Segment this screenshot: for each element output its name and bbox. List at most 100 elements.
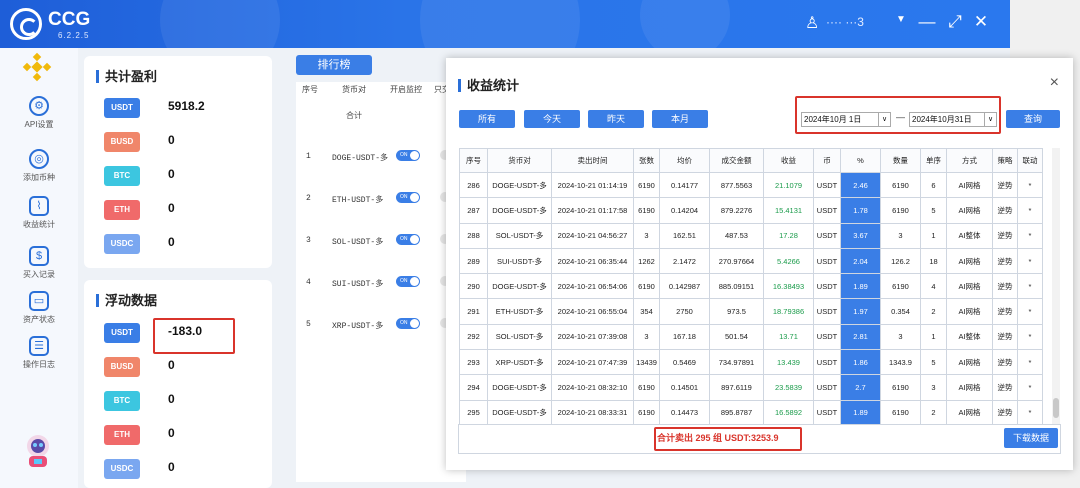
coin-badge: USDT bbox=[104, 323, 140, 343]
table-cell: 885.09151 bbox=[709, 273, 764, 300]
user-name[interactable]: ···· ···3 bbox=[826, 15, 864, 29]
table-cell: 6190 bbox=[880, 374, 921, 401]
table-header-cell: 卖出时间 bbox=[551, 148, 634, 173]
monitor-toggle[interactable]: ON bbox=[396, 150, 420, 161]
ranking-row-no: 1 bbox=[306, 152, 311, 161]
ranking-header: 开启监控 bbox=[390, 85, 422, 94]
coin-add-icon: ◎ bbox=[29, 149, 49, 169]
table-cell: 1.97 bbox=[840, 298, 881, 325]
download-button[interactable]: 下载数据 bbox=[1004, 428, 1058, 448]
table-cell: USDT bbox=[813, 197, 841, 224]
table-row[interactable]: 286 DOGE-USDT-多 2024-10-21 01:14:19 6190 0.1… bbox=[459, 171, 1043, 199]
app-logo-icon bbox=[10, 8, 42, 40]
sidebar-item-profit-stats[interactable]: ⌇ 收益统计 bbox=[0, 196, 78, 230]
chart-icon: ⌇ bbox=[29, 196, 49, 216]
table-cell: 逆势 bbox=[992, 273, 1018, 300]
query-button[interactable]: 查询 bbox=[1006, 110, 1060, 128]
table-cell: 5 bbox=[920, 349, 947, 376]
table-cell: 2024-10-21 04:56:27 bbox=[551, 222, 634, 249]
gear-icon: ⚙ bbox=[29, 96, 49, 116]
table-scrollbar[interactable] bbox=[1052, 148, 1060, 424]
table-row[interactable]: 295 DOGE-USDT-多 2024-10-21 08:33:31 6190 0.1… bbox=[459, 399, 1043, 426]
table-cell: DOGE-USDT-多 bbox=[487, 197, 552, 224]
table-cell: 6190 bbox=[633, 197, 660, 224]
app-title: CCG bbox=[48, 9, 91, 30]
scroll-thumb[interactable] bbox=[1053, 398, 1059, 418]
table-cell: * bbox=[1017, 171, 1043, 199]
table-cell: 6 bbox=[920, 171, 947, 199]
filter-today-button[interactable]: 今天 bbox=[524, 110, 580, 128]
table-row[interactable]: 287 DOGE-USDT-多 2024-10-21 01:17:58 6190 0.1… bbox=[459, 197, 1043, 224]
table-cell: 287 bbox=[459, 197, 488, 224]
table-cell: 3 bbox=[880, 323, 921, 351]
table-cell: USDT bbox=[813, 399, 841, 426]
table-cell: USDT bbox=[813, 374, 841, 401]
table-cell: 16.5892 bbox=[763, 399, 814, 426]
table-cell: AI网格 bbox=[946, 247, 993, 275]
table-cell: 逆势 bbox=[992, 197, 1018, 224]
table-cell: 1343.9 bbox=[880, 349, 921, 376]
table-cell: ETH-USDT-多 bbox=[487, 298, 552, 325]
table-cell: 2.46 bbox=[840, 171, 881, 199]
coin-value: 0 bbox=[168, 460, 175, 474]
table-cell: 13.71 bbox=[763, 323, 814, 351]
table-cell: 0.14473 bbox=[659, 399, 710, 426]
table-row[interactable]: 294 DOGE-USDT-多 2024-10-21 08:32:10 6190 0.1… bbox=[459, 374, 1043, 401]
table-cell: * bbox=[1017, 298, 1043, 325]
date-to-picker[interactable]: 2024年10月31日 ∨ bbox=[909, 112, 997, 127]
table-row[interactable]: 292 SOL-USDT-多 2024-10-21 07:39:08 3 167.18 5… bbox=[459, 323, 1043, 351]
sidebar-item-api-settings[interactable]: ⚙ API设置 bbox=[0, 96, 78, 130]
table-cell: USDT bbox=[813, 247, 841, 275]
minimize-button[interactable]: — bbox=[916, 12, 938, 32]
table-cell: 6190 bbox=[880, 171, 921, 199]
monitor-toggle[interactable]: ON bbox=[396, 276, 420, 287]
filter-all-button[interactable]: 所有 bbox=[459, 110, 515, 128]
table-cell: AI网格 bbox=[946, 374, 993, 401]
maximize-button[interactable]: ⤢ bbox=[944, 12, 966, 32]
dialog-close-button[interactable]: × bbox=[1050, 74, 1059, 92]
table-body: 286 DOGE-USDT-多 2024-10-21 01:14:19 6190 0.1… bbox=[459, 171, 1043, 426]
coin-value: 0 bbox=[168, 392, 175, 406]
summary-highlight-box bbox=[654, 427, 802, 451]
filter-yesterday-button[interactable]: 昨天 bbox=[588, 110, 644, 128]
table-row[interactable]: 293 XRP-USDT-多 2024-10-21 07:47:39 13439 0.5… bbox=[459, 349, 1043, 376]
ranking-row-no: 5 bbox=[306, 320, 311, 329]
table-row[interactable]: 291 ETH-USDT-多 2024-10-21 06:55:04 354 2750 9… bbox=[459, 298, 1043, 325]
table-cell: 2024-10-21 06:54:06 bbox=[551, 273, 634, 300]
monitor-toggle[interactable]: ON bbox=[396, 318, 420, 329]
sidebar-item-label: 操作日志 bbox=[23, 360, 55, 369]
table-row[interactable]: 288 SOL-USDT-多 2024-10-21 04:56:27 3 162.51 4… bbox=[459, 222, 1043, 249]
table-row[interactable]: 289 SUI-USDT-多 2024-10-21 06:35:44 1262 2.14… bbox=[459, 247, 1043, 275]
table-cell: 5 bbox=[920, 197, 947, 224]
table-cell: 0.14501 bbox=[659, 374, 710, 401]
table-cell: 0.354 bbox=[880, 298, 921, 325]
table-cell: USDT bbox=[813, 298, 841, 325]
table-cell: DOGE-USDT-多 bbox=[487, 374, 552, 401]
table-header-cell: 序号 bbox=[459, 148, 488, 173]
close-button[interactable]: ✕ bbox=[970, 12, 992, 32]
table-cell: 6190 bbox=[633, 399, 660, 426]
binance-logo-icon bbox=[22, 52, 52, 82]
sidebar-item-add-coin[interactable]: ◎ 添加币种 bbox=[0, 149, 78, 183]
ranking-header: 货币对 bbox=[342, 85, 366, 94]
filter-month-button[interactable]: 本月 bbox=[652, 110, 708, 128]
sidebar-item-operation-log[interactable]: ☰ 操作日志 bbox=[0, 336, 78, 370]
ranking-button[interactable]: 排行榜 bbox=[296, 55, 372, 75]
table-cell: 2024-10-21 01:14:19 bbox=[551, 171, 634, 199]
table-cell: 879.2276 bbox=[709, 197, 764, 224]
user-icon[interactable]: ♙ bbox=[805, 13, 819, 33]
table-cell: 6190 bbox=[633, 374, 660, 401]
table-row[interactable]: 290 DOGE-USDT-多 2024-10-21 06:54:06 6190 0.1… bbox=[459, 273, 1043, 300]
ranking-row-no: 4 bbox=[306, 278, 311, 287]
sidebar-item-buy-records[interactable]: $ 买入记录 bbox=[0, 246, 78, 280]
table-cell: 逆势 bbox=[992, 171, 1018, 199]
monitor-toggle[interactable]: ON bbox=[396, 234, 420, 245]
decor-circle bbox=[420, 0, 580, 48]
date-from-picker[interactable]: 2024年10月 1日 ∨ bbox=[801, 112, 891, 127]
sidebar-item-asset-status[interactable]: ▭ 资产状态 bbox=[0, 291, 78, 325]
table-cell: * bbox=[1017, 197, 1043, 224]
monitor-toggle[interactable]: ON bbox=[396, 192, 420, 203]
table-cell: 逆势 bbox=[992, 349, 1018, 376]
user-menu-caret-icon[interactable]: ▼ bbox=[896, 14, 906, 25]
table-header-cell: 方式 bbox=[946, 148, 993, 173]
